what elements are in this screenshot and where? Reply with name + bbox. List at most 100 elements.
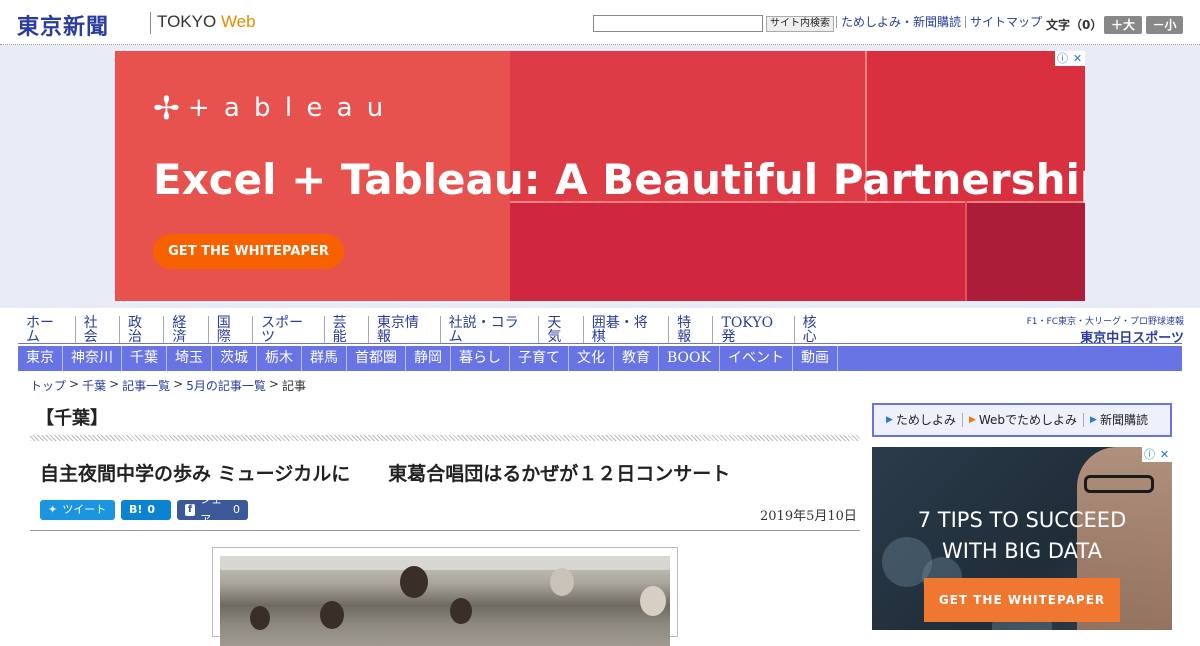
site-search-input[interactable] [593, 15, 763, 32]
photo-person [400, 566, 428, 598]
photo-person [320, 601, 344, 629]
tweet-label: ツイート [62, 503, 107, 516]
ad-close-icon[interactable]: ✕ [1070, 51, 1085, 66]
ad-headline: Excel + Tableau: A Beautiful Partnership [153, 155, 1085, 204]
nav-parenting[interactable]: 子育て [510, 346, 569, 371]
site-search-button[interactable]: サイト内検索 [766, 16, 834, 32]
nav-sports[interactable]: スポーツ [253, 316, 325, 344]
nav-core[interactable]: 核心 [795, 316, 838, 344]
nav-region-chiba[interactable]: 千葉 [122, 346, 167, 371]
nav-home[interactable]: ホーム [18, 316, 76, 344]
arrow-right-icon: ▶ [1090, 415, 1097, 425]
nav-region-tokyo[interactable]: 東京 [18, 346, 63, 371]
nav-region-gunma[interactable]: 群馬 [302, 346, 347, 371]
nav-tokyo-info[interactable]: 東京情報 [369, 316, 441, 344]
nav-tokyo-hatsu[interactable]: TOKYO発 [713, 316, 795, 344]
regional-nav: 東京 神奈川 千葉 埼玉 茨城 栃木 群馬 首都圏 静岡 暮らし 子育て 文化 … [18, 346, 1182, 371]
nav-region-kanagawa[interactable]: 神奈川 [63, 346, 122, 371]
sidebar-web-trial-label: Webでためしよみ [978, 413, 1078, 427]
ad-choices: ⓘ ✕ [1142, 447, 1172, 462]
hatena-bookmark-button[interactable]: B! 0 [121, 500, 171, 520]
ad-info-icon[interactable]: ⓘ [1142, 447, 1157, 462]
breadcrumb-month-list[interactable]: 5月の記事一覧 [186, 377, 266, 394]
nav-weather[interactable]: 天気 [539, 316, 584, 344]
breadcrumb-separator: > [109, 377, 120, 391]
nav-education[interactable]: 教育 [614, 346, 659, 371]
breadcrumb-separator: > [268, 377, 279, 391]
article-photo-frame [212, 547, 678, 646]
ad-whitepaper-button[interactable]: GET THE WHITEPAPER [153, 234, 344, 269]
sidebar-subscribe-label: 新聞購読 [1099, 413, 1148, 427]
article-headline: 自主夜間中学の歩み ミュージカルに 東葛合唱団はるかぜが１２日コンサート [40, 459, 730, 486]
section-hatch-divider [30, 435, 860, 441]
section-title: 【千葉】 [36, 408, 108, 429]
arrow-right-icon: ▶ [886, 415, 893, 425]
nav-entertainment[interactable]: 芸能 [325, 316, 369, 344]
sidebar-web-trial-link[interactable]: ▶ Webでためしよみ [963, 413, 1085, 427]
headline-sub: 東葛合唱団はるかぜが１２日コンサート [388, 463, 731, 485]
nav-international[interactable]: 国際 [209, 316, 254, 344]
header-links: ためしよみ・新聞購読 サイトマップ [836, 16, 1046, 28]
headline-main: 自主夜間中学の歩み ミュージカルに [40, 463, 351, 485]
sitemap-link[interactable]: サイトマップ [965, 16, 1046, 28]
site-header: 東京新聞 TOKYO Web サイト内検索 ためしよみ・新聞購読 サイトマップ … [0, 0, 1200, 45]
nav-culture[interactable]: 文化 [569, 346, 614, 371]
sidebar-trial-link[interactable]: ▶ ためしよみ [880, 413, 963, 427]
ad-background-block [510, 201, 965, 301]
font-decrease-button[interactable]: －小 [1146, 16, 1183, 34]
hatena-icon: B! [129, 503, 143, 516]
photo-person [550, 568, 574, 596]
primary-nav: ホーム 社会 政治 経済 国際 スポーツ 芸能 東京情報 社説・コラム 天気 囲… [18, 316, 838, 344]
nav-economy[interactable]: 経済 [164, 316, 209, 344]
nav-region-shutoken[interactable]: 首都圏 [347, 346, 406, 371]
nav-video[interactable]: 動画 [793, 346, 838, 371]
sidebar-trial-label: ためしよみ [895, 413, 956, 427]
facebook-icon: f [185, 504, 196, 516]
breadcrumb-article-list[interactable]: 記事一覧 [122, 377, 170, 394]
nav-go-shogi[interactable]: 囲碁・将棋 [584, 316, 670, 344]
nav-politics[interactable]: 政治 [120, 316, 165, 344]
tweet-button[interactable]: ✦ ツイート [40, 500, 115, 520]
nav-society[interactable]: 社会 [76, 316, 121, 344]
ad-info-icon[interactable]: ⓘ [1055, 51, 1070, 66]
sidebar-big-data-ad[interactable]: 7 TIPS TO SUCCEED WITH BIG DATA GET THE … [872, 447, 1172, 630]
facebook-share-count: 0 [233, 503, 240, 516]
site-logo-english[interactable]: TOKYO Web [157, 12, 256, 32]
sidebar-subscribe-link[interactable]: ▶ 新聞購読 [1084, 413, 1154, 427]
nav-events[interactable]: イベント [720, 346, 793, 371]
tableau-wordmark: + a b l e a u [187, 93, 387, 123]
nav-living[interactable]: 暮らし [451, 346, 510, 371]
chunichi-sports-link[interactable]: F1・FC東京・大リーグ・プロ野球速報 東京中日スポーツ [1024, 314, 1184, 346]
sidebar-ad-whitepaper-button[interactable]: GET THE WHITEPAPER [924, 578, 1120, 622]
breadcrumb-separator: > [173, 377, 184, 391]
article-date: 2019年5月10日 [760, 509, 857, 524]
breadcrumb-chiba[interactable]: 千葉 [82, 377, 106, 394]
breadcrumb-top[interactable]: トップ [30, 377, 66, 394]
ad-choices: ⓘ ✕ [1055, 51, 1085, 66]
article-photo[interactable] [220, 556, 670, 646]
sidebar-ad-line2: WITH BIG DATA [942, 539, 1102, 563]
font-increase-button[interactable]: ＋大 [1104, 16, 1142, 34]
banner-ad-area: ✢ + a b l e a u Excel + Tableau: A Beaut… [0, 45, 1200, 308]
site-logo[interactable]: 東京新聞 [17, 9, 109, 41]
breadcrumb-current: 記事 [281, 379, 306, 393]
sidebar-ad-headline: 7 TIPS TO SUCCEED WITH BIG DATA [872, 505, 1172, 567]
nav-region-saitama[interactable]: 埼玉 [167, 346, 212, 371]
ad-close-icon[interactable]: ✕ [1157, 447, 1172, 462]
nav-book[interactable]: BOOK [659, 346, 720, 371]
sidebar-subscribe-links: ▶ ためしよみ ▶ Webでためしよみ ▶ 新聞購読 [872, 403, 1172, 437]
trial-subscribe-link[interactable]: ためしよみ・新聞購読 [836, 16, 965, 28]
facebook-share-button[interactable]: f シェア 0 [177, 493, 248, 526]
tableau-banner-ad[interactable]: ✢ + a b l e a u Excel + Tableau: A Beaut… [115, 51, 1085, 301]
nav-region-shizuoka[interactable]: 静岡 [406, 346, 451, 371]
ad-glasses-graphic [1084, 475, 1154, 493]
ad-background-block [967, 201, 1085, 301]
nav-region-ibaraki[interactable]: 茨城 [212, 346, 257, 371]
tableau-cross-icon: ✢ [153, 89, 180, 127]
sidebar-ad-line1: 7 TIPS TO SUCCEED [917, 508, 1127, 532]
nav-special-report[interactable]: 特報 [669, 316, 714, 344]
nav-divider [18, 343, 1182, 344]
nav-region-tochigi[interactable]: 栃木 [257, 346, 302, 371]
arrow-right-icon: ▶ [968, 415, 976, 425]
nav-editorial[interactable]: 社説・コラム [441, 316, 540, 344]
